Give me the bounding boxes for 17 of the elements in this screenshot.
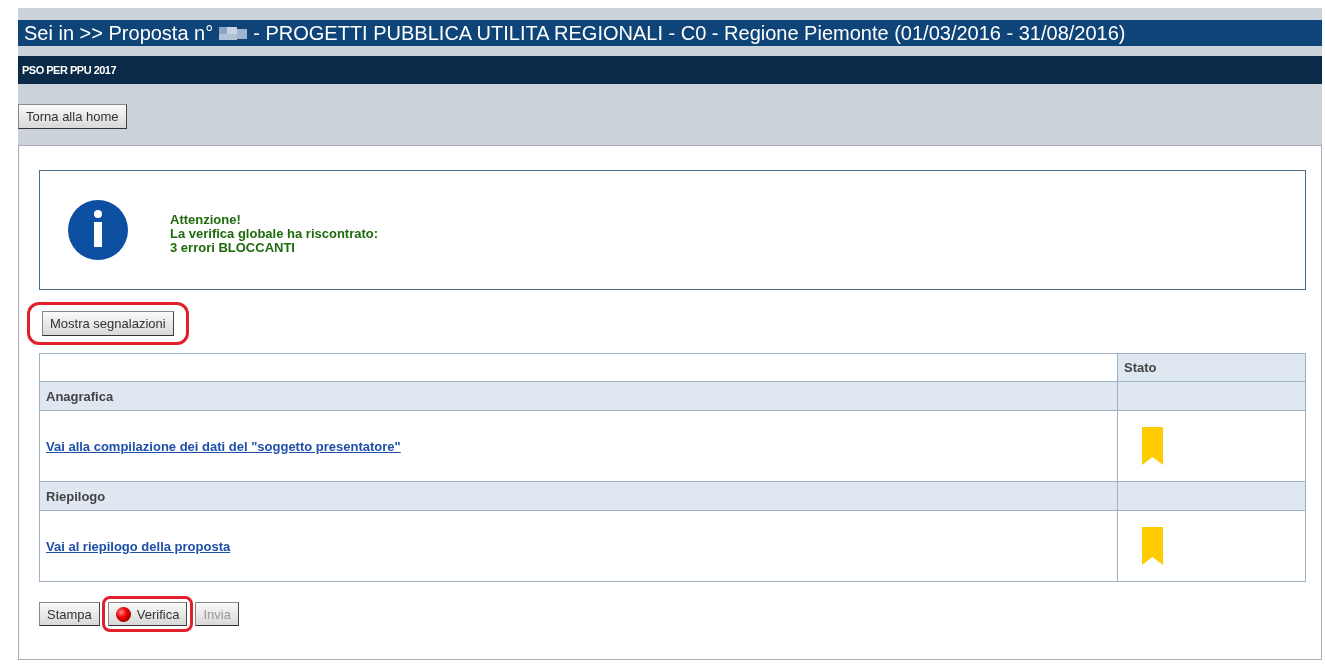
action-button[interactable]: Verifica bbox=[107, 602, 188, 626]
section-link[interactable]: Vai alla compilazione dei dati del "soggetto presentatore" bbox=[46, 438, 401, 454]
column-header: Stato bbox=[1117, 353, 1306, 382]
notice-text: 3 errori BLOCCANTI bbox=[170, 241, 296, 255]
notice-text: Attenzione! bbox=[170, 213, 242, 227]
show-warnings-button[interactable]: Mostra segnalazioni bbox=[42, 311, 174, 336]
notice-text: La verifica globale ha riscontrato: bbox=[170, 227, 379, 241]
section-row: Riepilogo bbox=[39, 481, 1118, 511]
section-row: Anagrafica bbox=[39, 381, 1118, 411]
breadcrumb-text: Sei in >> Proposta n° bbox=[24, 21, 214, 45]
action-button[interactable]: Stampa bbox=[39, 602, 100, 626]
page-title: - PROGETTI PUBBLICA UTILITA REGIONALI - C0 - Regione Piemonte (01/03/2016 - 31/08/2016) bbox=[253, 21, 1126, 45]
home-button[interactable]: Torna alla home bbox=[18, 104, 127, 129]
section-link[interactable]: Vai al riepilogo della proposta bbox=[46, 538, 231, 554]
dot-icon bbox=[115, 606, 131, 622]
info-icon bbox=[68, 200, 128, 260]
subtitle: PSO PER PPU 2017 bbox=[22, 64, 117, 76]
